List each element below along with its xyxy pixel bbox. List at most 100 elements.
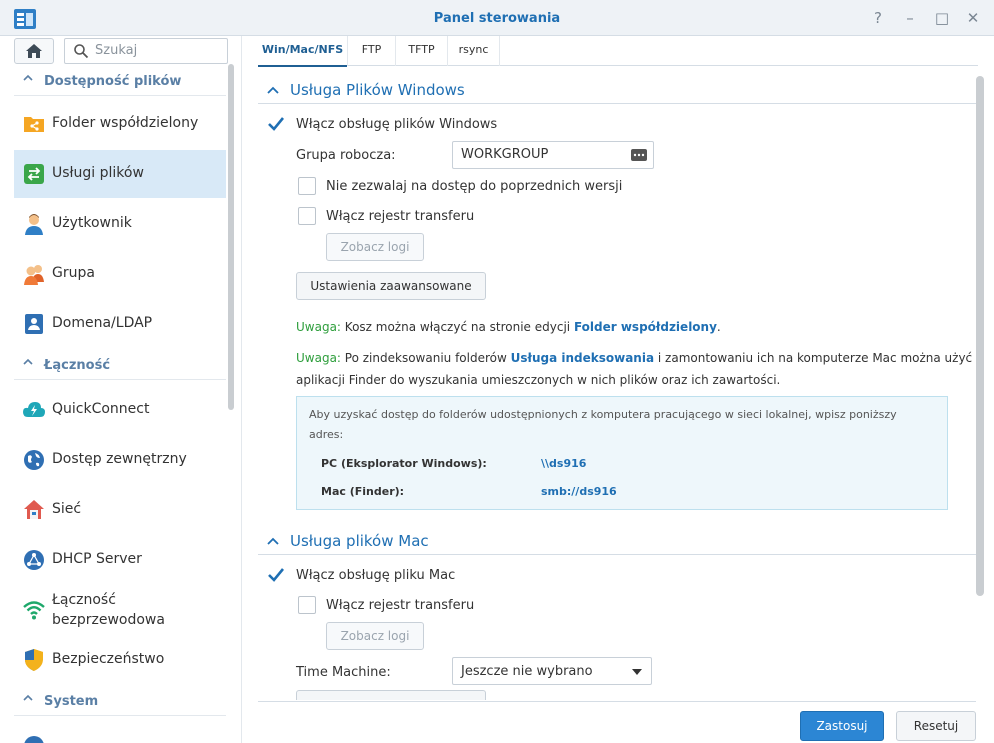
home-icon xyxy=(26,44,42,58)
network-icon xyxy=(24,500,44,519)
apply-button[interactable]: Zastosuj xyxy=(800,711,884,741)
user-icon xyxy=(25,214,43,235)
window-title: Panel sterowania xyxy=(433,11,561,26)
time-machine-settings-button[interactable] xyxy=(296,690,486,700)
workgroup-input[interactable] xyxy=(461,147,621,162)
sidebar-item-group[interactable]: Grupa xyxy=(14,250,226,298)
chevron-up-icon xyxy=(23,358,33,365)
sidebar-item-user[interactable]: Użytkownik xyxy=(14,200,226,248)
minimize-button[interactable]: – xyxy=(900,8,920,28)
sidebar: Dostępność plików Folder współdzielony U… xyxy=(0,36,242,743)
mac-enable-checkbox[interactable] xyxy=(267,566,285,584)
sidebar-item-label: QuickConnect xyxy=(52,401,150,417)
mac-transfer-log-label: Włącz rejestr transferu xyxy=(326,598,475,613)
sidebar-section-connectivity[interactable]: Łączność xyxy=(14,350,226,380)
sidebar-item-external-access[interactable]: Dostęp zewnętrzny xyxy=(14,436,226,484)
info-center-icon xyxy=(24,736,44,743)
mac-view-logs-button[interactable]: Zobacz logi xyxy=(326,622,424,650)
shield-icon xyxy=(25,649,43,671)
time-machine-value: Jeszcze nie wybrano xyxy=(461,664,593,679)
note-indexing: Uwaga: Po zindeksowaniu folderów Usługa … xyxy=(296,351,973,387)
workgroup-field[interactable] xyxy=(452,141,654,169)
sidebar-section-file-access[interactable]: Dostępność plików xyxy=(14,66,226,96)
tab-tftp[interactable]: TFTP xyxy=(396,36,448,66)
tab-win-mac-nfs[interactable]: Win/Mac/NFS xyxy=(258,36,348,67)
section-title: Usługa Plików Windows xyxy=(290,81,465,99)
sidebar-item-label: Dostęp zewnętrzny xyxy=(52,451,187,467)
windows-transfer-log-label: Włącz rejestr transferu xyxy=(326,209,475,224)
footer-divider xyxy=(258,701,976,702)
prev-versions-label: Nie zezwalaj na dostęp do poprzednich we… xyxy=(326,179,623,194)
sidebar-item-label: Użytkownik xyxy=(52,215,132,231)
time-machine-label: Time Machine: xyxy=(296,665,391,680)
section-title: Usługa plików Mac xyxy=(290,532,429,550)
chevron-down-icon xyxy=(632,669,642,675)
tab-ftp[interactable]: FTP xyxy=(348,36,396,66)
note-recycle-bin: Uwaga: Kosz można włączyć na stronie edy… xyxy=(296,320,721,334)
sidebar-section-system[interactable]: System xyxy=(14,686,226,716)
section-divider xyxy=(258,554,976,555)
sidebar-item-wireless[interactable]: Łączność bezprzewodowa xyxy=(14,586,226,634)
windows-transfer-log-checkbox[interactable] xyxy=(298,207,316,225)
chevron-up-icon xyxy=(267,86,279,94)
external-access-icon xyxy=(24,450,44,470)
sidebar-item-label: Sieć xyxy=(52,501,82,517)
sidebar-item-security[interactable]: Bezpieczeństwo xyxy=(14,636,226,684)
sidebar-section-label: Dostępność plików xyxy=(44,74,182,89)
more-options-icon xyxy=(631,149,647,161)
mac-path-label: Mac (Finder): xyxy=(321,485,405,498)
mac-enable-label: Włącz obsługę pliku Mac xyxy=(296,568,456,583)
sidebar-item-dhcp-server[interactable]: DHCP Server xyxy=(14,536,226,584)
indexing-service-link[interactable]: Usługa indeksowania xyxy=(511,351,654,365)
sidebar-item-shared-folder[interactable]: Folder współdzielony xyxy=(14,100,226,148)
main-scrollbar[interactable] xyxy=(976,76,984,596)
search-input[interactable] xyxy=(95,43,223,58)
sidebar-item-label: Folder współdzielony xyxy=(52,115,199,131)
time-machine-select[interactable]: Jeszcze nie wybrano xyxy=(452,657,652,685)
quickconnect-icon xyxy=(23,402,45,417)
sidebar-item-label: Bezpieczeństwo xyxy=(52,651,165,667)
dhcp-server-icon xyxy=(24,550,44,570)
sidebar-item-label: Usługi plików xyxy=(52,165,144,181)
file-services-icon xyxy=(24,164,44,184)
windows-enable-label: Włącz obsługę plików Windows xyxy=(296,117,498,132)
sidebar-item-label: Łączność bezprzewodowa xyxy=(52,592,165,628)
shared-folder-icon xyxy=(24,117,44,132)
reset-button[interactable]: Resetuj xyxy=(896,711,976,741)
tab-rsync[interactable]: rsync xyxy=(448,36,500,66)
search-box[interactable] xyxy=(64,38,228,64)
sidebar-item-label: Domena/LDAP xyxy=(52,315,153,331)
domain-ldap-icon xyxy=(25,314,43,334)
shared-folder-link[interactable]: Folder współdzielony xyxy=(574,320,717,334)
access-info-text: Aby uzyskać dostęp do folderów udostępni… xyxy=(309,408,897,441)
sidebar-item-network[interactable]: Sieć xyxy=(14,486,226,534)
maximize-button[interactable]: □ xyxy=(932,8,952,28)
search-icon xyxy=(74,44,89,59)
help-button[interactable]: ? xyxy=(868,8,888,28)
advanced-settings-button[interactable]: Ustawienia zaawansowane xyxy=(296,272,486,300)
chevron-up-icon xyxy=(23,74,33,81)
wireless-icon xyxy=(23,601,45,620)
mac-path-value: smb://ds916 xyxy=(541,485,617,498)
prev-versions-checkbox[interactable] xyxy=(298,177,316,195)
sidebar-item-file-services[interactable]: Usługi plików xyxy=(14,150,226,198)
home-button[interactable] xyxy=(14,38,54,64)
sidebar-item-quickconnect[interactable]: QuickConnect xyxy=(14,386,226,434)
title-bar: Panel sterowania ? – □ ✕ xyxy=(0,0,994,36)
pc-path-label: PC (Eksplorator Windows): xyxy=(321,457,487,470)
access-info-box: Aby uzyskać dostęp do folderów udostępni… xyxy=(296,396,948,510)
pc-path-value: \\ds916 xyxy=(541,457,587,470)
mac-transfer-log-checkbox[interactable] xyxy=(298,596,316,614)
windows-view-logs-button[interactable]: Zobacz logi xyxy=(326,233,424,261)
workgroup-label: Grupa robocza: xyxy=(296,148,396,163)
close-button[interactable]: ✕ xyxy=(963,8,983,28)
sidebar-scrollbar[interactable] xyxy=(228,64,234,410)
group-icon xyxy=(24,265,44,285)
main-content: Win/Mac/NFS FTP TFTP rsync Usługa Plików… xyxy=(242,36,994,743)
sidebar-item-domain-ldap[interactable]: Domena/LDAP xyxy=(14,300,226,348)
sidebar-section-label: Łączność xyxy=(44,358,111,373)
section-divider xyxy=(258,103,976,104)
windows-enable-checkbox[interactable] xyxy=(267,115,285,133)
chevron-up-icon xyxy=(267,537,279,545)
tab-bar: Win/Mac/NFS FTP TFTP rsync xyxy=(258,36,978,67)
